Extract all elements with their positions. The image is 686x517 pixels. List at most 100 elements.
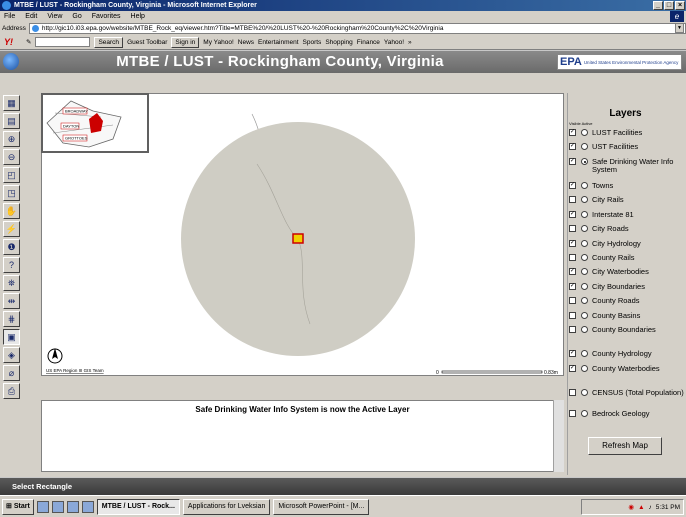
- quicklaunch-ie-icon[interactable]: [36, 500, 49, 513]
- layer-row: ✓ Towns: [569, 182, 684, 190]
- task-powerpoint[interactable]: Microsoft PowerPoint - [M...: [273, 498, 370, 515]
- find-tool-button[interactable]: ⛯: [3, 275, 20, 291]
- layer-label: County Hydrology: [592, 349, 652, 358]
- tray-antivirus-icon[interactable]: ▲: [638, 504, 644, 511]
- layer-active-radio[interactable]: [581, 312, 588, 319]
- layer-visible-checkbox[interactable]: ✓: [569, 240, 576, 247]
- layer-visible-checkbox[interactable]: [569, 254, 576, 261]
- yahoo-shopping[interactable]: Shopping: [325, 39, 352, 46]
- close-button[interactable]: ×: [675, 1, 685, 10]
- yahoo-my-yahoo[interactable]: My Yahoo!: [203, 39, 233, 46]
- task-mtbe[interactable]: MTBE / LUST - Rock...: [96, 498, 180, 515]
- yahoo-finance[interactable]: Finance: [357, 39, 380, 46]
- quicklaunch-desktop-icon[interactable]: [66, 500, 79, 513]
- layer-visible-checkbox[interactable]: ✓: [569, 350, 576, 357]
- layer-label: Interstate 81: [592, 210, 634, 219]
- layer-visible-checkbox[interactable]: [569, 410, 576, 417]
- window-title-bar[interactable]: MTBE / LUST - Rockingham County, Virgini…: [0, 0, 686, 11]
- menu-go[interactable]: Go: [72, 13, 81, 20]
- print-tool-button[interactable]: ⎙: [3, 383, 20, 399]
- zoom-active-tool-button[interactable]: ⚡: [3, 221, 20, 237]
- clear-selection-tool-button[interactable]: ⌀: [3, 365, 20, 381]
- task-applications[interactable]: Applications for Lveksian: [182, 498, 271, 515]
- message-scrollbar[interactable]: [553, 400, 564, 472]
- legend-tool-button[interactable]: ▦: [3, 95, 20, 111]
- zoom-extent-tool-button[interactable]: ◳: [3, 185, 20, 201]
- layer-visible-checkbox[interactable]: [569, 196, 576, 203]
- layer-active-radio[interactable]: [581, 143, 588, 150]
- layer-visible-checkbox[interactable]: ✓: [569, 268, 576, 275]
- layer-active-radio[interactable]: [581, 182, 588, 189]
- layer-visible-checkbox[interactable]: ✓: [569, 365, 576, 372]
- layer-visible-checkbox[interactable]: [569, 225, 576, 232]
- epa-logo[interactable]: EPA United States Environmental Protecti…: [557, 54, 682, 70]
- layer-visible-checkbox[interactable]: [569, 297, 576, 304]
- overview-map[interactable]: BROADWAY DAYTON GROTTOES: [41, 93, 149, 153]
- yahoo-search-input[interactable]: [35, 37, 91, 47]
- query-tool-button[interactable]: ?: [3, 257, 20, 273]
- quicklaunch-outlook-icon[interactable]: [51, 500, 64, 513]
- address-url: http://gic10.i03.epa.gov/website/MTBE_Ro…: [41, 25, 444, 32]
- layer-visible-checkbox[interactable]: ✓: [569, 211, 576, 218]
- layer-active-radio[interactable]: [581, 326, 588, 333]
- menu-edit[interactable]: Edit: [25, 13, 37, 20]
- layer-active-radio[interactable]: [581, 410, 588, 417]
- scale-bar: 0 0.83m: [434, 368, 564, 376]
- yahoo-news[interactable]: News: [238, 39, 254, 46]
- tray-network-icon[interactable]: ◉: [628, 503, 634, 511]
- layer-active-radio[interactable]: [581, 158, 588, 165]
- layer-visible-checkbox[interactable]: ✓: [569, 182, 576, 189]
- pan-tool-button[interactable]: ✋: [3, 203, 20, 219]
- layer-active-radio[interactable]: [581, 254, 588, 261]
- yahoo-search-button[interactable]: Search: [94, 36, 124, 48]
- yahoo-more-icon[interactable]: »: [408, 39, 412, 46]
- address-input[interactable]: http://gic10.i03.epa.gov/website/MTBE_Ro…: [28, 23, 686, 34]
- layer-active-radio[interactable]: [581, 240, 588, 247]
- zoom-layer-tool-button[interactable]: ◰: [3, 167, 20, 183]
- layer-visible-checkbox[interactable]: ✓: [569, 143, 576, 150]
- layer-active-radio[interactable]: [581, 129, 588, 136]
- layer-active-radio[interactable]: [581, 297, 588, 304]
- layer-active-radio[interactable]: [581, 196, 588, 203]
- identify-tool-button[interactable]: ❶: [3, 239, 20, 255]
- yahoo-sports[interactable]: Sports: [303, 39, 322, 46]
- select-line-tool-button[interactable]: ⋕: [3, 311, 20, 327]
- toolbar-pencil-icon[interactable]: ✎: [26, 38, 31, 46]
- menu-favorites[interactable]: Favorites: [92, 13, 121, 20]
- layer-visible-checkbox[interactable]: ✓: [569, 283, 576, 290]
- menu-help[interactable]: Help: [131, 13, 145, 20]
- zoom-in-tool-button[interactable]: ⊕: [3, 131, 20, 147]
- layer-visible-checkbox[interactable]: ✓: [569, 158, 576, 165]
- yahoo-yahoo[interactable]: Yahoo!: [384, 39, 404, 46]
- layer-active-radio[interactable]: [581, 350, 588, 357]
- layer-visible-checkbox[interactable]: [569, 312, 576, 319]
- layer-active-radio[interactable]: [581, 389, 588, 396]
- minimize-button[interactable]: _: [653, 1, 663, 10]
- tray-volume-icon[interactable]: ♪: [649, 504, 652, 511]
- layer-visible-checkbox[interactable]: [569, 389, 576, 396]
- buffer-tool-button[interactable]: ◈: [3, 347, 20, 363]
- yahoo-entertainment[interactable]: Entertainment: [258, 39, 298, 46]
- maximize-button[interactable]: □: [664, 1, 674, 10]
- zoom-out-tool-button[interactable]: ⊖: [3, 149, 20, 165]
- menu-view[interactable]: View: [47, 13, 62, 20]
- quicklaunch-media-icon[interactable]: [81, 500, 94, 513]
- layer-active-radio[interactable]: [581, 283, 588, 290]
- refresh-map-button[interactable]: Refresh Map: [588, 437, 662, 455]
- selected-facility-marker[interactable]: [292, 233, 304, 244]
- layer-active-radio[interactable]: [581, 268, 588, 275]
- layer-visible-checkbox[interactable]: ✓: [569, 129, 576, 136]
- measure-tool-button[interactable]: ⇹: [3, 293, 20, 309]
- select-rectangle-tool-button[interactable]: ▣: [3, 329, 20, 345]
- start-button[interactable]: ⊞ Start: [2, 498, 34, 515]
- layer-visible-checkbox[interactable]: [569, 326, 576, 333]
- menu-file[interactable]: File: [4, 13, 15, 20]
- layer-active-radio[interactable]: [581, 365, 588, 372]
- scale-start-label: 0: [436, 370, 439, 376]
- layer-active-radio[interactable]: [581, 225, 588, 232]
- overview-tool-button[interactable]: ▤: [3, 113, 20, 129]
- sign-in-button[interactable]: Sign in: [171, 36, 200, 48]
- address-dropdown-icon[interactable]: ▼: [675, 23, 684, 33]
- yahoo-logo-icon[interactable]: Y!: [4, 37, 22, 47]
- layer-active-radio[interactable]: [581, 211, 588, 218]
